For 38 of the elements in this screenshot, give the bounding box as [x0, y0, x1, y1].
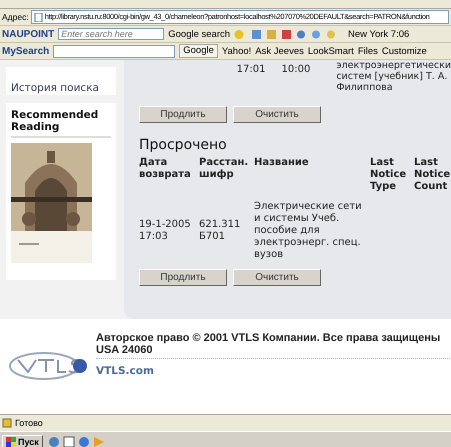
google-search-button[interactable]: Google search [168, 28, 230, 40]
vtls-link[interactable]: VTLS.com [96, 365, 154, 377]
copyright-text: Авторское право © 2001 VTLS Компании. Все права защищены [96, 332, 442, 344]
toolbar-logo[interactable]: NAUPOINT [2, 28, 54, 40]
recommended-heading: Recommended Reading [11, 109, 111, 138]
action-button[interactable]: Очистить [233, 106, 321, 123]
action-button[interactable]: Очистить [233, 269, 321, 286]
table-cell-text: Электрические сети и системы Учеб. пособие для электроэнерг. спец. вузов [254, 200, 363, 262]
book-title-text: Филиппова [336, 82, 394, 93]
book-title-text: систем [учебник] Т. А. [336, 71, 448, 82]
table-cell-text: 621.311 Б701 [199, 218, 242, 244]
column-header: Название [254, 157, 370, 193]
section-heading: Просрочено [139, 137, 228, 153]
column-header: Расстан. шифр [199, 157, 250, 182]
address-text: USA 24060 [96, 344, 451, 359]
table-cell-text: 19-1-2005 17:03 [139, 218, 192, 244]
toolbar-button[interactable]: LookSmart [308, 46, 354, 56]
search-field[interactable]: Enter search here [58, 28, 164, 40]
toolbar-logo[interactable]: MySearch [2, 46, 50, 56]
status-text: Готово [15, 418, 43, 428]
toolbar-button[interactable]: Ask Jeeves [255, 46, 304, 56]
clock-text: New York 7:06 [348, 28, 410, 40]
column-header: Last Notice Count [414, 157, 451, 193]
column-header: Last Notice Type [370, 157, 408, 193]
search-field[interactable] [53, 44, 176, 58]
address-label: Адрес: [2, 12, 29, 22]
action-button[interactable]: Продлить [139, 106, 227, 123]
toolbar-button[interactable]: Yahoo! [222, 46, 252, 56]
windows-logo-icon [6, 437, 16, 447]
toolbar-button[interactable]: Files [358, 46, 378, 56]
toolbar-button[interactable]: Customize [382, 46, 427, 56]
action-button[interactable]: Продлить [139, 269, 227, 286]
column-header: Дата возврата [139, 157, 192, 182]
toolbar-button[interactable]: Google [179, 44, 218, 58]
table-cell-text: 17:01 [236, 63, 266, 77]
table-cell-text: 10:00 [282, 63, 312, 77]
start-button[interactable]: Пуск [2, 435, 43, 447]
book-title-text: электроэнергетически [336, 60, 451, 71]
